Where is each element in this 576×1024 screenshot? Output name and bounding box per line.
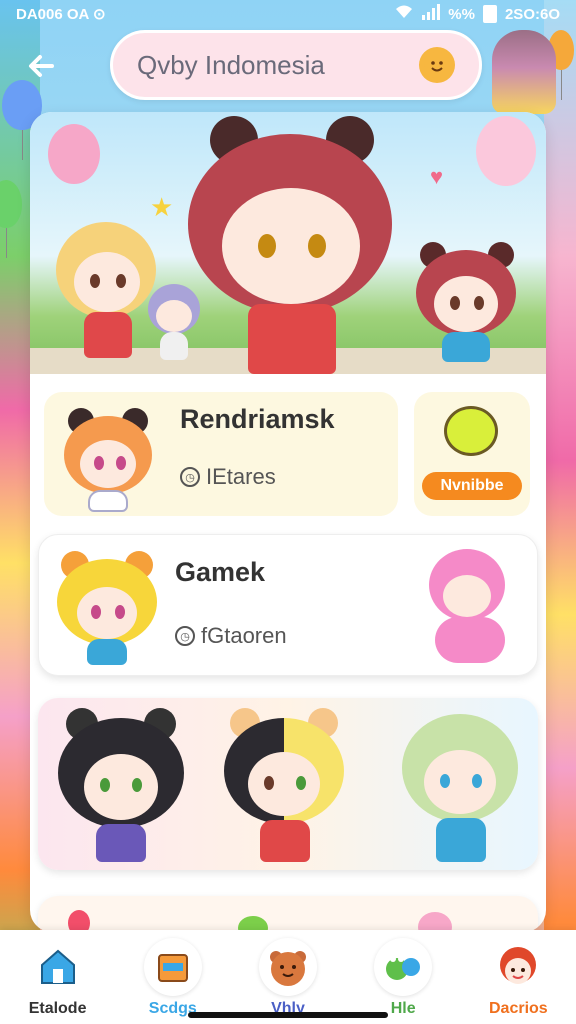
card-subtitle-text: IEtares [206, 464, 276, 489]
orange-tag-button[interactable]: Nvnibbe [422, 472, 522, 500]
card-subtitle-text: fGtaoren [201, 623, 287, 648]
list-item-banner[interactable] [38, 698, 538, 870]
list-item-side[interactable]: Nvnibbe [414, 392, 530, 516]
balloon-decoration [476, 116, 536, 186]
clock-icon: ◷ [175, 626, 195, 646]
nav-friends[interactable]: Hle [353, 938, 453, 1018]
pink-bear-character [419, 549, 519, 663]
character-black-hair [58, 708, 184, 862]
list-item[interactable]: Rendriamsk ◷ IEtares Nvnibbe [38, 384, 538, 524]
right-decoration [544, 0, 576, 1024]
card-subtitle: ◷ IEtares [180, 464, 276, 490]
clock-icon: ◷ [180, 467, 200, 487]
character-avatar [62, 408, 152, 512]
status-bar: DA006 OA ⊙ %% 2SO:6O [0, 0, 576, 28]
main-panel: ★ ♥ Rendriamsk ◷ IEtares Nvnibbe Gamek ◷… [30, 112, 546, 932]
character-blonde [56, 222, 160, 362]
character-small [148, 284, 202, 364]
status-icons: %% 2SO:6O [394, 4, 560, 24]
character-red-bear [412, 242, 522, 362]
main-character [180, 116, 400, 374]
search-text: Qvby Indomesia [137, 49, 325, 80]
character-avatar [57, 551, 157, 665]
list-item[interactable] [38, 896, 538, 932]
smiley-icon [419, 47, 455, 83]
bear-decoration [418, 912, 452, 932]
character-icon [489, 938, 548, 996]
green-blob-icon [444, 406, 498, 456]
nav-center[interactable]: Vhly [238, 938, 338, 1018]
bear-face-icon [258, 938, 317, 996]
status-left-text: DA006 OA ⊙ [16, 6, 106, 23]
nav-label: Etalode [28, 1000, 87, 1017]
balloon-decoration [48, 124, 100, 184]
nav-label: Hle [390, 1000, 416, 1017]
signal-text: %% [448, 5, 475, 23]
search-bar[interactable]: Qvby Indomesia [110, 30, 482, 100]
character-two-tone [224, 708, 344, 862]
back-arrow-icon [29, 55, 54, 77]
nav-home[interactable]: Etalode [8, 938, 108, 1018]
balloon-decoration [68, 910, 90, 932]
character-green-hair [402, 708, 522, 862]
list-item-main[interactable]: Rendriamsk ◷ IEtares [44, 392, 398, 516]
nav-profile[interactable]: Dacrios [468, 938, 568, 1018]
card-subtitle: ◷ fGtaoren [175, 623, 287, 649]
back-button[interactable] [22, 46, 62, 86]
wifi-icon [394, 4, 414, 24]
home-icon [28, 938, 87, 996]
nav-label: Dacrios [488, 1000, 548, 1017]
heart-icon: ♥ [430, 164, 444, 189]
card-title: Gamek [175, 557, 266, 587]
battery-icon [482, 5, 497, 23]
list-item[interactable]: Gamek ◷ fGtaoren [38, 534, 538, 676]
bottom-nav: Etalode Scdgs Vhly Hle Dacrios [0, 930, 576, 1024]
nav-shop[interactable]: Scdgs [123, 938, 223, 1018]
profile-avatar[interactable] [492, 30, 556, 114]
star-icon: ★ [150, 192, 174, 222]
status-time: 2SO:6O [504, 5, 560, 23]
hero-banner: ★ ♥ [30, 112, 546, 374]
card-title: Rendriamsk [180, 404, 335, 434]
signal-icon [422, 4, 441, 24]
bag-icon [143, 938, 202, 996]
home-indicator[interactable] [188, 1012, 388, 1018]
frog-icon [374, 938, 433, 996]
